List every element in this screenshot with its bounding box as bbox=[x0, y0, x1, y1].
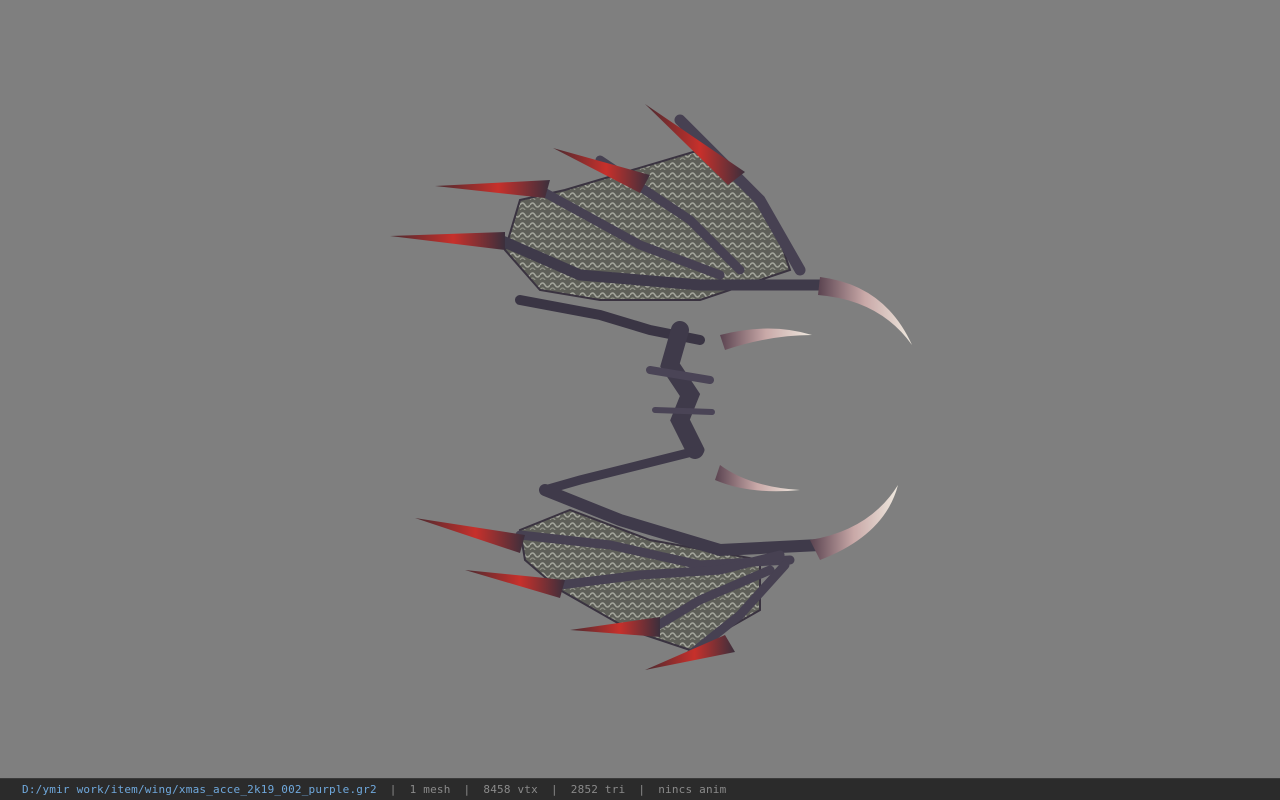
spine-connector bbox=[646, 321, 715, 459]
status-separator: | bbox=[550, 783, 558, 796]
wing-model-render[interactable] bbox=[380, 95, 920, 680]
status-bar: D:/ymir work/item/wing/xmas_acce_2k19_00… bbox=[0, 778, 1280, 800]
triangle-count: 2852 tri bbox=[570, 783, 626, 796]
3d-viewport[interactable] bbox=[0, 0, 1280, 778]
status-separator: | bbox=[463, 783, 471, 796]
animation-status: nincs anim bbox=[658, 783, 727, 796]
mesh-count: 1 mesh bbox=[409, 783, 451, 796]
status-separator: | bbox=[638, 783, 646, 796]
file-path: D:/ymir work/item/wing/xmas_acce_2k19_00… bbox=[22, 783, 377, 796]
status-separator: | bbox=[389, 783, 397, 796]
vertex-count: 8458 vtx bbox=[483, 783, 538, 796]
